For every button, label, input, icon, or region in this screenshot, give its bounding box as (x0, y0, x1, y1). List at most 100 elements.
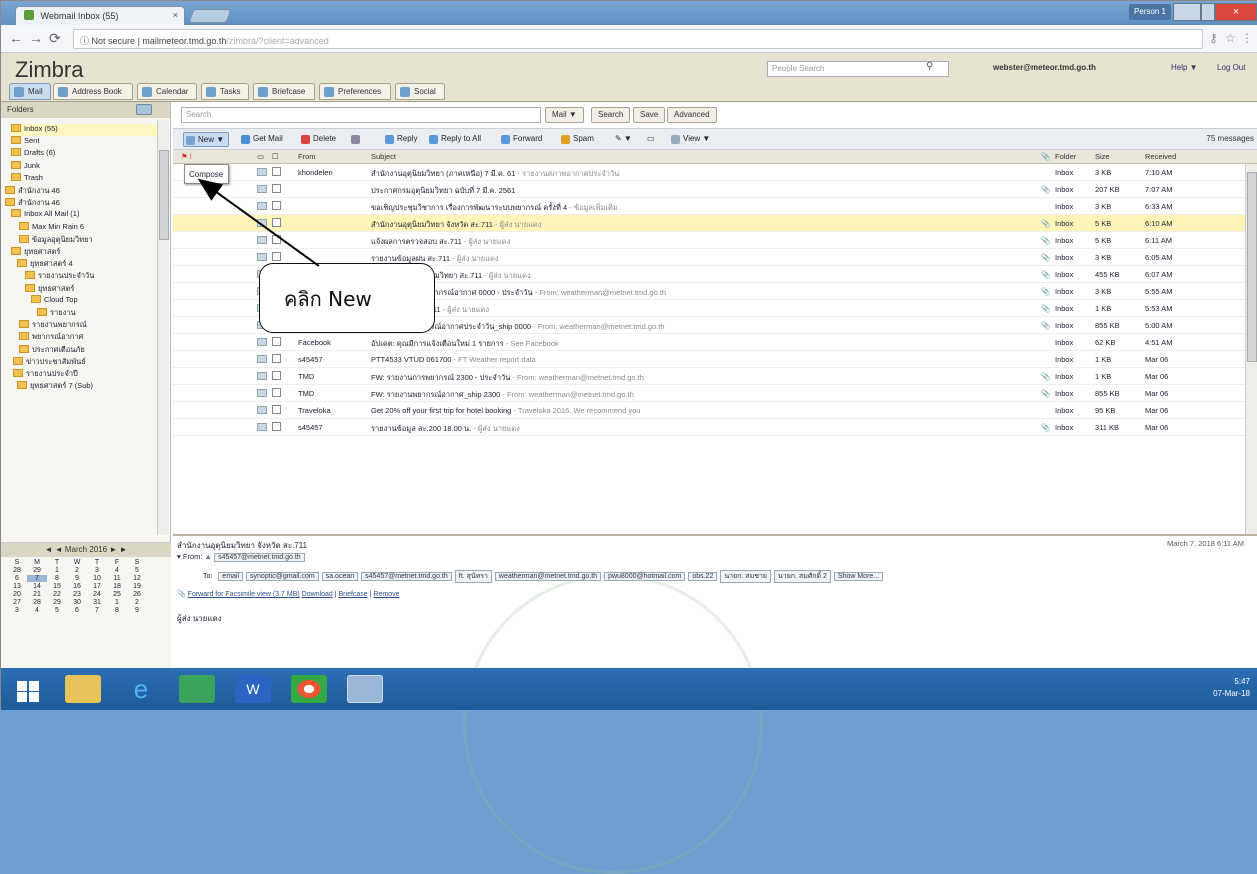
calendar-date[interactable]: 20 (7, 591, 27, 598)
folder-item[interactable]: รายงานประจำวัน (25, 270, 175, 282)
key-icon[interactable]: ⚷ (1209, 31, 1218, 45)
save-search-button[interactable]: Save (633, 107, 666, 123)
folder-item[interactable]: ยุทธศาสตร์ 4 (17, 258, 167, 270)
tab-mail[interactable]: Mail (9, 83, 51, 100)
folder-item[interactable]: ข้อมูลอุตุนิยมวิทยา (19, 234, 169, 246)
reply-all-button[interactable]: Reply to All (427, 132, 485, 147)
recipient-chip[interactable]: Show More... (833, 572, 884, 581)
calendar-date[interactable]: 9 (67, 575, 87, 582)
message-row[interactable]: Traveloka Get 20% off your first trip for… (173, 402, 1245, 419)
ie-icon[interactable]: e (123, 675, 159, 703)
row-checkbox[interactable] (272, 371, 281, 380)
message-row[interactable]: สำนักงานอุตุนิยมวิทยา จังหวัด สะ.711 - ผ… (173, 215, 1245, 232)
recipient-chip[interactable]: obs.22 (688, 572, 718, 581)
tab-calendar[interactable]: Calendar (137, 83, 197, 100)
row-checkbox[interactable] (272, 167, 281, 176)
message-row[interactable]: TMD FW: รายงานพยากรณ์อากาศ_ship 2300 - Fr… (173, 385, 1245, 402)
compose-menu-item[interactable]: Compose (184, 164, 229, 184)
message-row[interactable]: ประกาศกรมอุตุนิยมวิทยา ฉบับที่ 7 มี.ค. 2… (173, 181, 1245, 198)
sender-chip[interactable]: s45457@metnet.tmd.go.th (214, 553, 305, 562)
calendar-date[interactable]: 9 (127, 607, 147, 614)
new-tab-button[interactable] (188, 9, 232, 23)
calendar-date[interactable]: 24 (87, 591, 107, 598)
folder-item[interactable]: Trash (11, 172, 161, 185)
forward-icon[interactable]: → (29, 30, 43, 46)
system-tray[interactable]: 5:47 07-Mar-18 (1213, 676, 1250, 700)
calendar-date[interactable]: 12 (127, 575, 147, 582)
recipient-chip[interactable]: นายก. สมศักดิ์ 2 (773, 570, 831, 583)
minimize-button[interactable] (1173, 3, 1201, 21)
row-checkbox[interactable] (272, 388, 281, 397)
move-button[interactable]: ▭ (643, 132, 659, 147)
calendar-date[interactable]: 26 (127, 591, 147, 598)
folder-item[interactable]: ยุทธศาสตร์ (11, 246, 161, 258)
help-menu[interactable]: Help ▼ (1171, 63, 1198, 72)
folder-item[interactable]: Inbox All Mail (1) (11, 209, 161, 221)
calendar-date[interactable]: 14 (27, 583, 47, 590)
row-checkbox[interactable] (272, 354, 281, 363)
word-icon[interactable]: W (235, 675, 271, 703)
briefcase-link[interactable]: Briefcase (339, 591, 368, 598)
calendar-date[interactable]: 21 (27, 591, 47, 598)
folder-item[interactable]: สำนักงาน 46 (5, 185, 155, 197)
recipient-chip[interactable]: s45457@metnet.tmd.go.th (361, 572, 452, 581)
message-row[interactable]: Facebook อัปเดต: คุณมีการแจ้งเตือนใหม่ 1 … (173, 334, 1245, 351)
message-scrollbar[interactable] (1245, 164, 1257, 534)
tab-address-book[interactable]: Address Book (53, 83, 133, 100)
col-size[interactable]: Size (1095, 152, 1110, 161)
calendar-date[interactable]: 5 (127, 567, 147, 574)
calendar-date[interactable]: 16 (67, 583, 87, 590)
tag-button[interactable]: ✎ ▼ (611, 132, 636, 147)
gear-icon[interactable] (136, 104, 152, 115)
message-row[interactable]: s45457 รายงานข้อมูล สะ.200 18.00 น. - ผู้… (173, 419, 1245, 436)
maximize-button[interactable] (1201, 3, 1215, 21)
recipient-chip[interactable]: sa.ocean (321, 572, 359, 581)
folder-item[interactable]: ยุทธศาสตร์ 7 (Sub) (17, 380, 167, 392)
recipient-chip[interactable]: ft. สุนัทรา (454, 570, 492, 583)
delete-button[interactable]: Delete (299, 132, 340, 147)
row-checkbox[interactable] (272, 252, 281, 261)
col-folder[interactable]: Folder (1055, 152, 1076, 161)
remove-link[interactable]: Remove (373, 591, 399, 598)
view-button[interactable]: View ▼ (669, 132, 714, 147)
calendar-date[interactable]: 2 (67, 567, 87, 574)
folder-item[interactable]: รายงานประจำปี (13, 368, 163, 380)
file-explorer-icon[interactable] (65, 675, 101, 703)
calendar-date[interactable]: 19 (127, 583, 147, 590)
folders-header[interactable]: Folders (1, 102, 170, 118)
calendar-date[interactable]: 27 (7, 599, 27, 606)
tab-tasks[interactable]: Tasks (201, 83, 249, 100)
reply-button[interactable]: Reply (383, 132, 421, 147)
people-search-icon[interactable]: ⚲ (926, 61, 933, 72)
new-button[interactable]: New ▼ (183, 132, 230, 147)
row-checkbox[interactable] (272, 201, 281, 210)
calendar-date[interactable]: 13 (7, 583, 27, 590)
row-checkbox[interactable] (272, 337, 281, 346)
calendar-date[interactable]: 1 (107, 599, 127, 606)
folder-item[interactable]: ประกาศเตือนภัย (19, 344, 169, 356)
calendar-date[interactable]: 11 (107, 575, 127, 582)
calendar-date[interactable]: 3 (87, 567, 107, 574)
start-button[interactable] (9, 675, 45, 703)
calendar-date[interactable]: 15 (47, 583, 67, 590)
advanced-search-button[interactable]: Advanced (667, 107, 717, 123)
calendar-date[interactable]: 22 (47, 591, 67, 598)
folder-item[interactable]: พยากรณ์อากาศ (19, 331, 169, 343)
folder-item[interactable]: Drafts (6) (11, 148, 161, 160)
row-checkbox[interactable] (272, 422, 281, 431)
select-all-checkbox[interactable]: ☐ (272, 152, 279, 161)
recipient-chip[interactable]: pwu8000@hotmail.com (604, 572, 686, 581)
calendar-title[interactable]: ◄ ◄ March 2016 ► ► (1, 543, 171, 557)
message-row[interactable]: khondelen สำนักงานอุตุนิยมวิทยา (ภาคเหนือ… (173, 164, 1245, 181)
attachment-link[interactable]: Forward for Facsimile view (3.7 MB) (188, 591, 300, 598)
recipient-chip[interactable]: email (218, 572, 244, 581)
tab-preferences[interactable]: Preferences (319, 83, 391, 100)
get-mail-button[interactable]: Get Mail (239, 132, 287, 147)
calendar-date[interactable]: 7 (27, 575, 47, 582)
col-subject[interactable]: Subject (371, 152, 396, 161)
folder-item[interactable]: ข่าวประชาสัมพันธ์ (13, 356, 163, 368)
browser-tab[interactable]: Webmail Inbox (55) × (15, 6, 185, 25)
calendar-date[interactable]: 28 (27, 599, 47, 606)
calendar-date[interactable]: 5 (47, 607, 67, 614)
logout-link[interactable]: Log Out (1217, 63, 1245, 72)
